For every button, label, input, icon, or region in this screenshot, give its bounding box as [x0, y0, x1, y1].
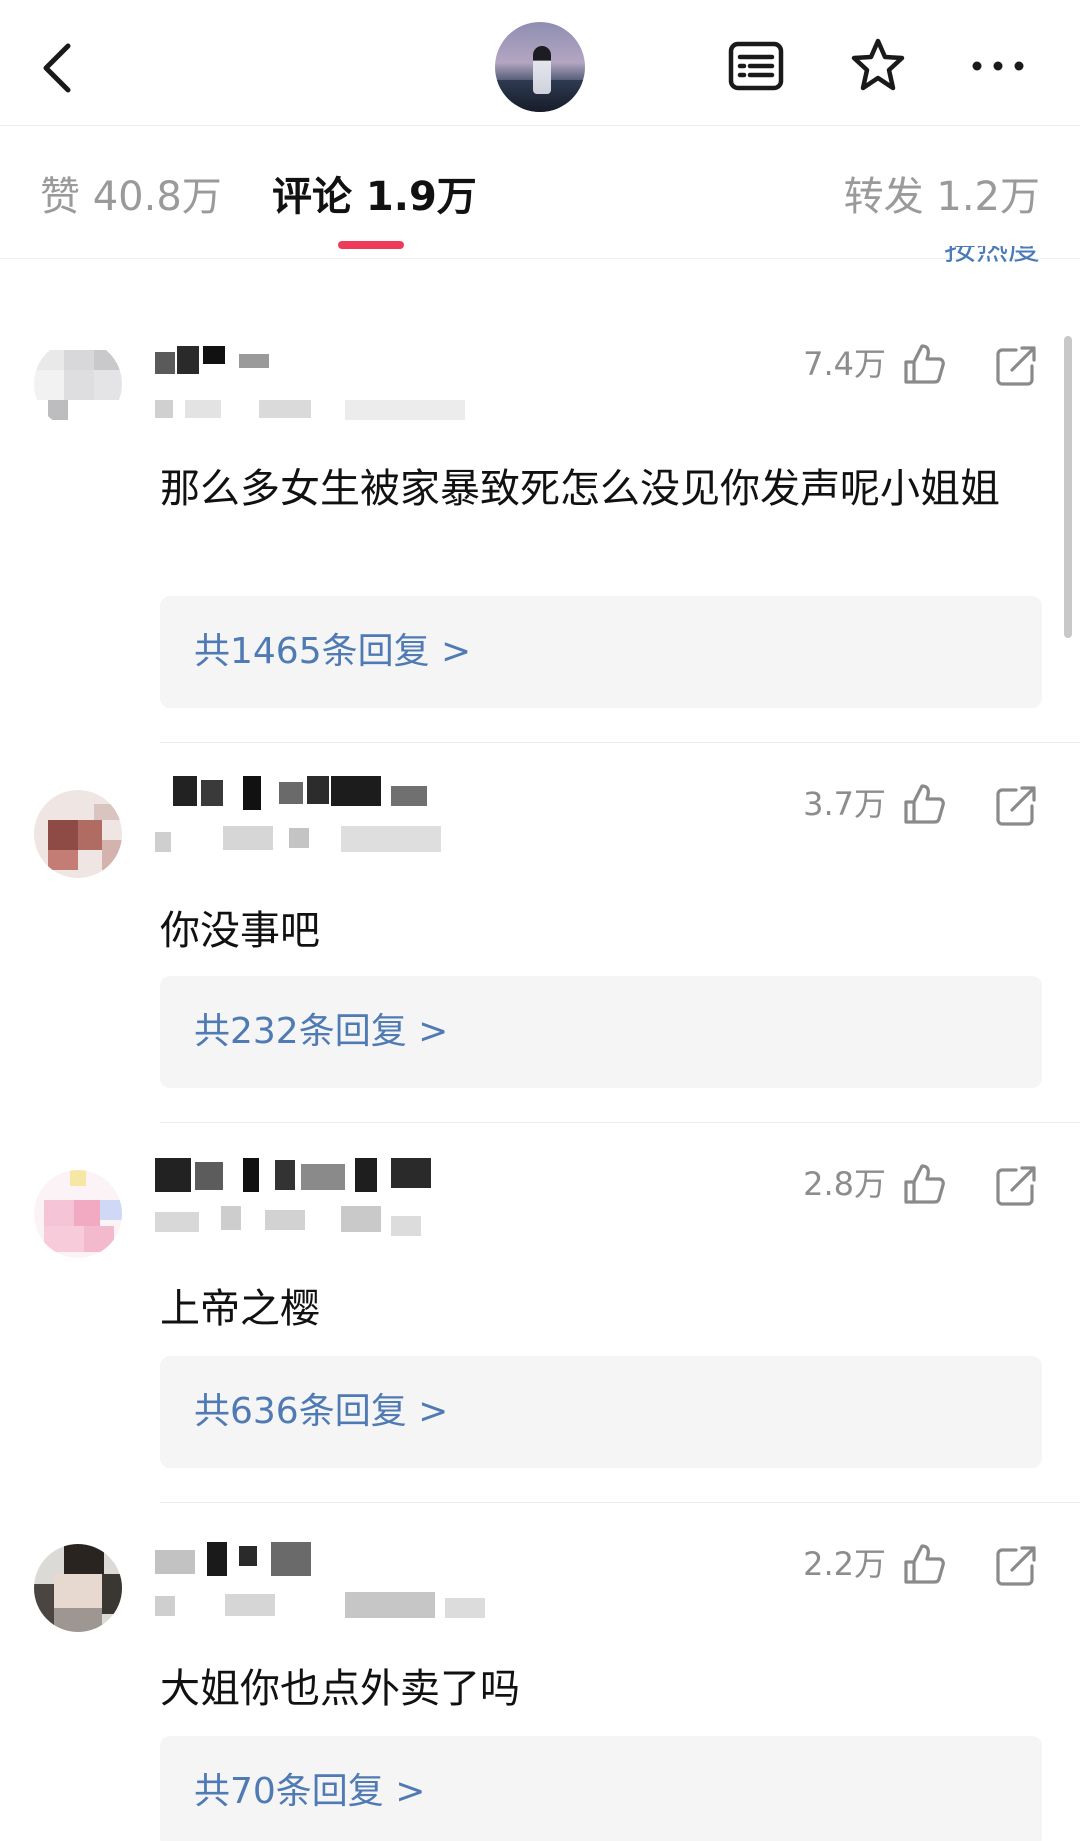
list-button[interactable]: [726, 36, 786, 96]
sort-toggle[interactable]: 按热度: [860, 246, 1040, 266]
comment-meta: [155, 396, 475, 426]
scrollbar[interactable]: [1064, 336, 1072, 638]
replies-count: 共636条回复 >: [194, 1391, 449, 1432]
more-horizontal-icon: [972, 61, 1024, 71]
commenter-avatar[interactable]: [34, 1170, 122, 1258]
commenter-avatar[interactable]: [34, 340, 122, 428]
comment-text: 上帝之樱: [160, 1286, 320, 1332]
list-icon: [728, 41, 784, 91]
share-button[interactable]: [994, 1164, 1038, 1208]
tab-likes[interactable]: 赞 40.8万: [40, 169, 222, 225]
comment-item: 7.4万 那么多女生被家暴致死怎么没见你发声呢小姐姐 共1465条回复 >: [0, 290, 1080, 740]
divider: [160, 1122, 1080, 1123]
share-icon: [996, 1546, 1036, 1586]
share-button[interactable]: [994, 344, 1038, 388]
replies-link[interactable]: 共636条回复 >: [160, 1356, 1042, 1468]
back-button[interactable]: [38, 40, 78, 96]
replies-count: 共232条回复 >: [194, 1011, 449, 1052]
replies-count: 共70条回复 >: [194, 1771, 426, 1812]
replies-link[interactable]: 共232条回复 >: [160, 976, 1042, 1088]
commenter-name[interactable]: [155, 346, 295, 380]
share-button[interactable]: [994, 784, 1038, 828]
stats-tabs: 赞 40.8万 评论 1.9万 转发 1.2万: [0, 127, 1080, 259]
comment-meta: [155, 1206, 475, 1236]
author-avatar[interactable]: [495, 22, 585, 112]
replies-count: 共1465条回复 >: [194, 631, 472, 672]
replies-link[interactable]: 共1465条回复 >: [160, 596, 1042, 708]
thumbs-up-icon: [904, 344, 945, 384]
comment-meta: [155, 826, 475, 856]
commenter-avatar[interactable]: [34, 790, 122, 878]
share-icon: [996, 346, 1036, 386]
comment-text: 大姐你也点外卖了吗: [160, 1666, 520, 1712]
share-button[interactable]: [994, 1544, 1038, 1588]
tab-reposts[interactable]: 转发 1.2万: [844, 169, 1040, 225]
comment-text: 你没事吧: [160, 908, 320, 954]
like-count: 7.4万: [803, 345, 886, 383]
divider: [160, 1502, 1080, 1503]
top-bar: [0, 0, 1080, 126]
share-icon: [996, 786, 1036, 826]
divider: [160, 742, 1080, 743]
like-count: 3.7万: [803, 785, 886, 823]
thumbs-up-icon: [904, 784, 945, 824]
active-tab-indicator: [338, 241, 404, 249]
like-button[interactable]: [902, 782, 946, 826]
comment-meta: [155, 1592, 495, 1622]
comment-text: 那么多女生被家暴致死怎么没见你发声呢小姐姐: [160, 466, 1000, 512]
share-icon: [996, 1166, 1036, 1206]
thumbs-up-icon: [904, 1544, 945, 1584]
like-button[interactable]: [902, 1162, 946, 1206]
favorite-button[interactable]: [848, 36, 908, 96]
more-button[interactable]: [968, 36, 1028, 96]
comment-item: 2.8万 上帝之樱 共636条回复 >: [0, 1130, 1080, 1500]
replies-link[interactable]: 共70条回复 >: [160, 1736, 1042, 1841]
chevron-left-icon: [43, 43, 71, 93]
avatar-figure: [533, 46, 551, 94]
commenter-name[interactable]: [155, 776, 455, 810]
like-count: 2.2万: [803, 1545, 886, 1583]
like-button[interactable]: [902, 342, 946, 386]
sort-label: 按热度: [943, 246, 1040, 266]
tab-comments[interactable]: 评论 1.9万: [272, 169, 477, 225]
comment-item: 2.2万 大姐你也点外卖了吗 共70条回复 >: [0, 1510, 1080, 1841]
thumbs-up-icon: [904, 1164, 945, 1204]
commenter-name[interactable]: [155, 1542, 355, 1576]
star-icon: [851, 38, 905, 91]
commenter-name[interactable]: [155, 1158, 455, 1192]
comment-item: 3.7万 你没事吧 共232条回复 >: [0, 752, 1080, 1122]
like-count: 2.8万: [803, 1165, 886, 1203]
commenter-avatar[interactable]: [34, 1544, 122, 1632]
like-button[interactable]: [902, 1542, 946, 1586]
